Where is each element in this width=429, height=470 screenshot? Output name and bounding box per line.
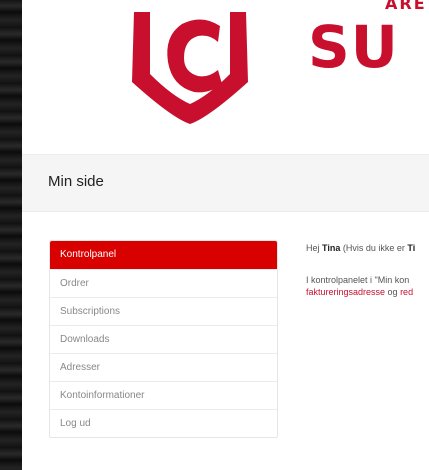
nav-item-log-ud[interactable]: Log ud xyxy=(50,409,277,437)
nav-item-kontoinformationer[interactable]: Kontoinformationer xyxy=(50,381,277,409)
edit-link[interactable]: red xyxy=(400,287,413,297)
user-name: Tina xyxy=(322,243,341,253)
nav-item-ordrer[interactable]: Ordrer xyxy=(50,269,277,297)
brand-wordmark[interactable]: SU xyxy=(308,18,399,76)
left-edge-strip xyxy=(0,0,22,470)
intro-text: I kontrolpanelet i "Min kon faktureringsa… xyxy=(306,274,429,298)
intro-prefix: I kontrolpanelet i "Min kon xyxy=(306,275,410,285)
site-header: ÅRE SU xyxy=(22,0,429,150)
nav-item-kontrolpanel[interactable]: Kontrolpanel xyxy=(50,241,277,269)
account-navigation: Kontrolpanel Ordrer Subscriptions Downlo… xyxy=(49,240,278,438)
page-title: Min side xyxy=(48,173,104,190)
nav-item-adresser[interactable]: Adresser xyxy=(50,353,277,381)
nav-item-subscriptions[interactable]: Subscriptions xyxy=(50,297,277,325)
greeting-suffix: (Hvis du ikke er xyxy=(340,243,408,253)
billing-address-link[interactable]: faktureringsadresse xyxy=(306,287,385,297)
greeting-prefix: Hej xyxy=(306,243,323,253)
greeting-text: Hej Tina (Hvis du ikke er Ti xyxy=(306,242,429,254)
wordmark-top: ÅRE xyxy=(385,0,427,13)
nav-item-downloads[interactable]: Downloads xyxy=(50,325,277,353)
intro-mid: og xyxy=(385,287,401,297)
page-header: Min side xyxy=(22,154,429,212)
user-name-repeat: Ti xyxy=(407,243,416,253)
dashboard-content: Hej Tina (Hvis du ikke er Ti I kontrolpa… xyxy=(306,242,429,318)
